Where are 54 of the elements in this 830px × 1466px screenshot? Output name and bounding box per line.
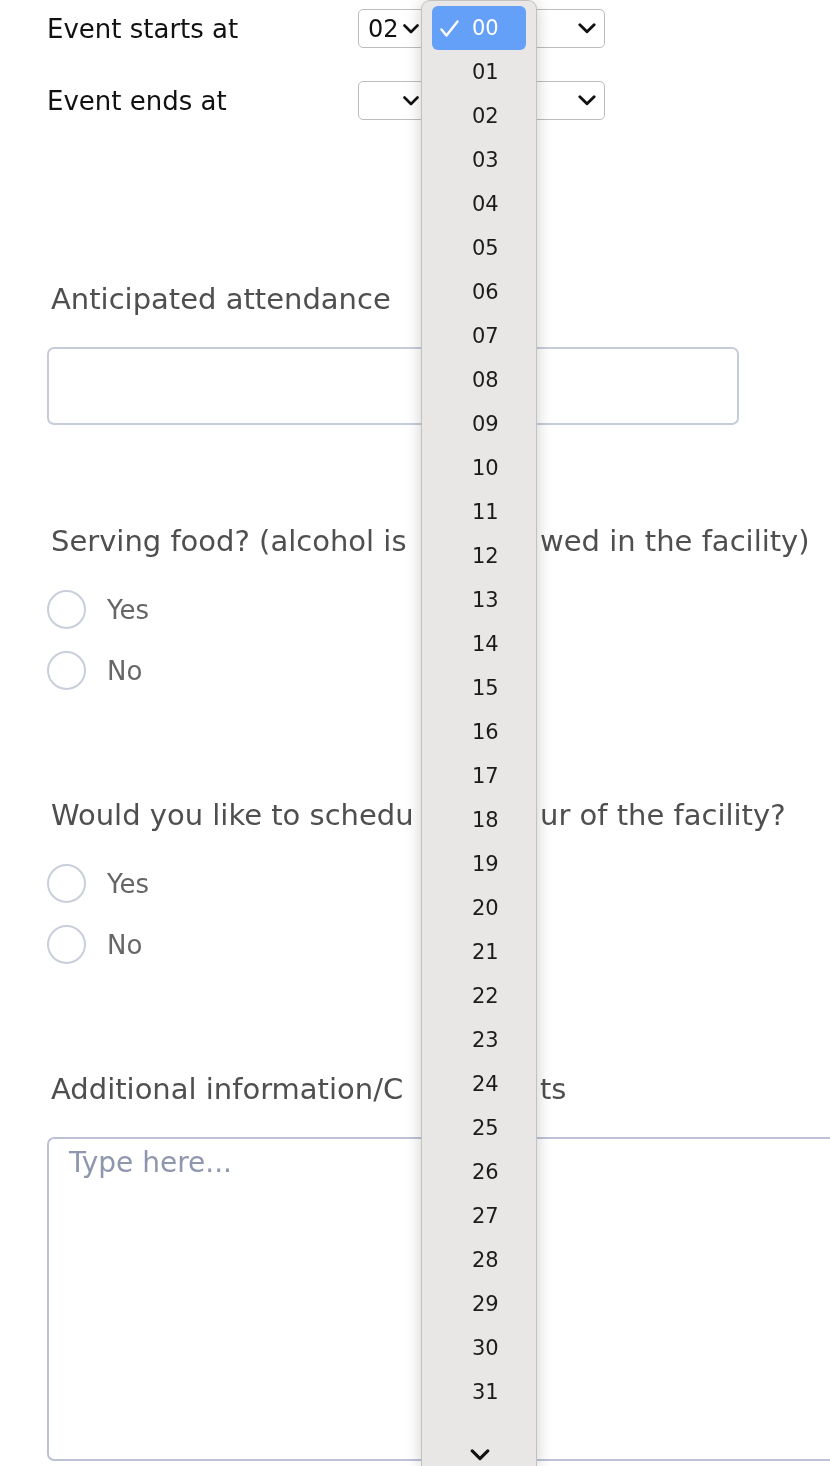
menu-option[interactable]: 18 (432, 798, 526, 842)
menu-option[interactable]: 28 (432, 1238, 526, 1282)
question-label: Anticipated attendance (51, 281, 391, 317)
check-icon (440, 19, 459, 37)
menu-option[interactable]: 27 (432, 1194, 526, 1238)
menu-option[interactable]: 11 (432, 490, 526, 534)
menu-option[interactable]: 22 (432, 974, 526, 1018)
menu-option[interactable]: 04 (432, 182, 526, 226)
menu-option[interactable]: 10 (432, 446, 526, 490)
menu-option[interactable]: 25 (432, 1106, 526, 1150)
menu-option[interactable]: 05 (432, 226, 526, 270)
menu-option[interactable]: 21 (432, 930, 526, 974)
menu-option[interactable]: 16 (432, 710, 526, 754)
menu-option[interactable]: 17 (432, 754, 526, 798)
radio-button[interactable] (47, 590, 86, 629)
menu-option[interactable]: 23 (432, 1018, 526, 1062)
menu-option[interactable]: 31 (432, 1370, 526, 1414)
menu-option[interactable]: 14 (432, 622, 526, 666)
menu-option[interactable]: 19 (432, 842, 526, 886)
menu-option[interactable]: 08 (432, 358, 526, 402)
option-label: Yes (107, 867, 149, 900)
field-label: Event starts at (47, 12, 239, 45)
question-label: Would you like to schedu (51, 797, 414, 833)
question-label: Additional information/C (51, 1071, 404, 1107)
question-label: wed in the facility) (540, 523, 810, 559)
radio-button[interactable] (47, 651, 86, 690)
question-label: ts (540, 1071, 567, 1107)
option-label: No (107, 654, 143, 687)
menu-option[interactable]: 07 (432, 314, 526, 358)
chevron-down-icon[interactable] (470, 1449, 490, 1461)
menu-option[interactable]: 02 (432, 94, 526, 138)
menu-option[interactable]: 20 (432, 886, 526, 930)
radio-button[interactable] (47, 925, 86, 964)
menu-option[interactable]: 26 (432, 1150, 526, 1194)
menu-option[interactable]: 09 (432, 402, 526, 446)
menu-option[interactable]: 01 (432, 50, 526, 94)
chevron-down-icon (578, 23, 596, 34)
menu-option[interactable]: 29 (432, 1282, 526, 1326)
menu-option[interactable]: 30 (432, 1326, 526, 1370)
option-label: No (107, 928, 143, 961)
chevron-down-icon (578, 95, 596, 106)
option-label: Yes (107, 593, 149, 626)
question-label: Serving food? (alcohol is (51, 523, 407, 559)
menu-option[interactable]: 15 (432, 666, 526, 710)
chevron-down-icon (403, 23, 419, 34)
field-label: Event ends at (47, 84, 227, 117)
radio-button[interactable] (47, 864, 86, 903)
menu-option[interactable]: 03 (432, 138, 526, 182)
menu-option[interactable]: 24 (432, 1062, 526, 1106)
menu-option[interactable]: 13 (432, 578, 526, 622)
menu-option[interactable]: 12 (432, 534, 526, 578)
menu-option[interactable]: 06 (432, 270, 526, 314)
question-label: ur of the facility? (540, 797, 786, 833)
chevron-down-icon (403, 95, 419, 106)
